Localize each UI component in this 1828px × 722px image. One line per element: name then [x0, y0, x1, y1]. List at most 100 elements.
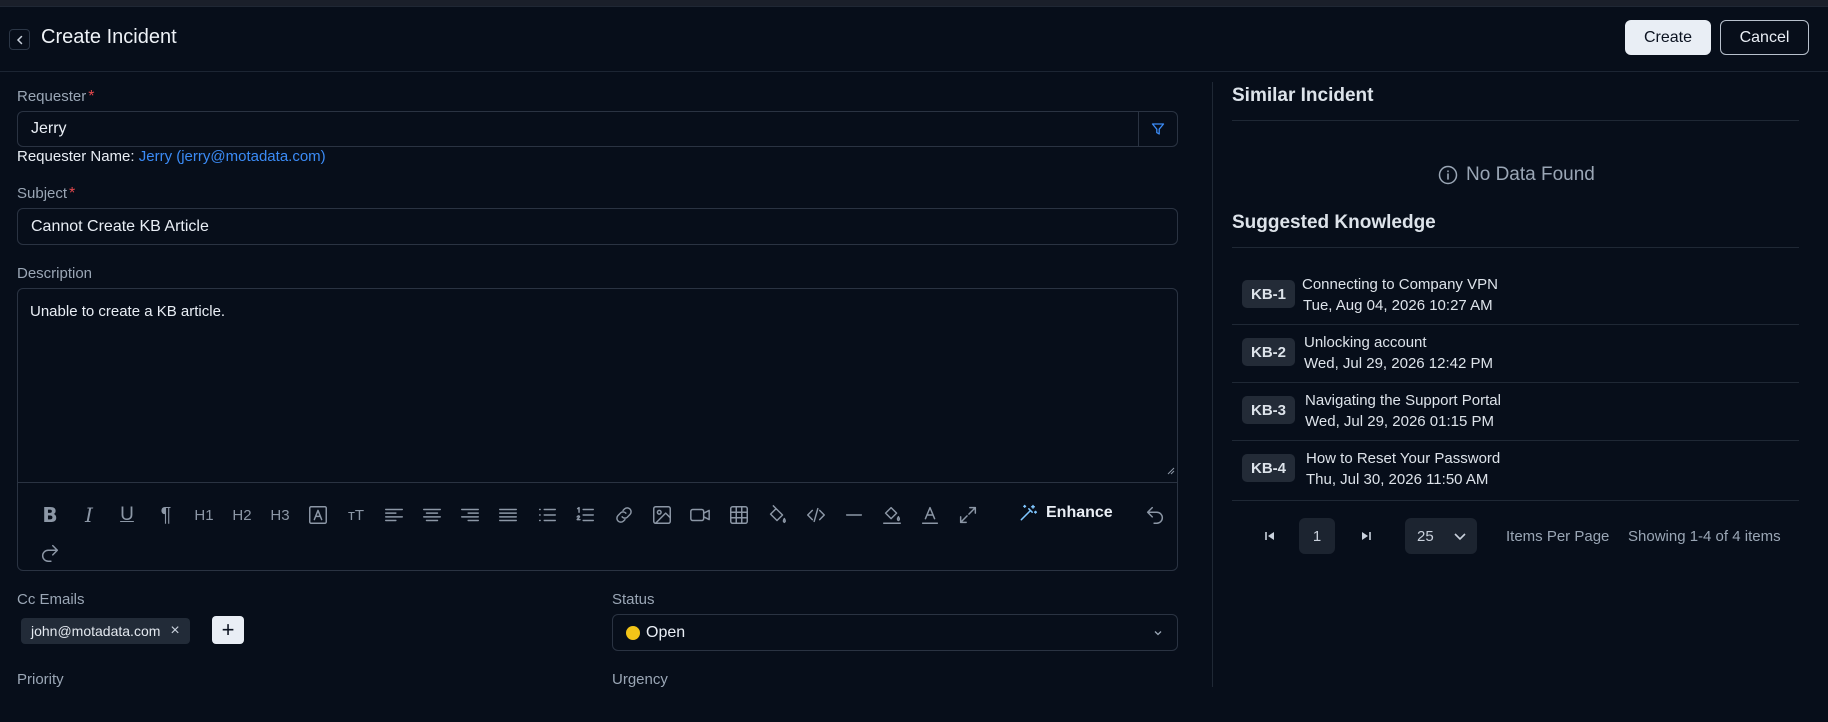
cc-email-chip-label: john@motadata.com: [31, 623, 161, 639]
paint-bucket-icon[interactable]: [765, 503, 789, 527]
subject-label-text: Subject: [17, 185, 68, 202]
requester-name-line: Requester Name: Jerry (jerry@motadata.co…: [17, 148, 326, 165]
redo-icon[interactable]: [38, 541, 62, 565]
suggested-knowledge-title: Suggested Knowledge: [1232, 212, 1436, 233]
create-button[interactable]: Create: [1625, 20, 1711, 55]
chevron-down-icon: [1154, 630, 1162, 635]
similar-incident-title: Similar Incident: [1232, 85, 1374, 106]
editor-toolbar: B I U ¶ H1 H2 H3 тT Enhance: [18, 482, 1177, 570]
first-page-icon: [1265, 532, 1274, 540]
subject-value: Cannot Create KB Article: [31, 217, 209, 235]
urgency-label: Urgency: [612, 671, 668, 688]
last-page-icon: [1362, 532, 1371, 540]
numbered-list-icon[interactable]: [573, 503, 597, 527]
align-right-icon[interactable]: [458, 503, 482, 527]
required-mark: *: [88, 88, 95, 105]
heading-2-icon[interactable]: H2: [230, 503, 254, 527]
requester-label-text: Requester: [17, 88, 87, 105]
chevron-left-icon: [16, 35, 22, 44]
kb-date: Tue, Aug 04, 2026 10:27 AM: [1303, 297, 1493, 314]
status-value-wrap: Open: [626, 624, 685, 642]
align-justify-icon[interactable]: [496, 503, 520, 527]
status-select[interactable]: Open: [612, 614, 1178, 651]
enhance-button[interactable]: Enhance: [1018, 503, 1113, 523]
highlight-color-icon[interactable]: [880, 503, 904, 527]
plus-icon: +: [221, 617, 235, 642]
status-dot: [626, 625, 640, 640]
description-text: Unable to create a KB article.: [30, 303, 226, 320]
requester-value: Jerry: [31, 120, 67, 137]
requester-name-prefix: Requester Name:: [17, 148, 135, 165]
image-icon[interactable]: [650, 503, 674, 527]
video-icon[interactable]: [688, 503, 712, 527]
kb-list-item[interactable]: KB-4 How to Reset Your Password Thu, Jul…: [1232, 441, 1799, 501]
kb-title[interactable]: Navigating the Support Portal: [1305, 392, 1501, 409]
last-page-button[interactable]: [1356, 518, 1376, 554]
resize-handle-icon[interactable]: [1165, 465, 1175, 475]
bold-icon[interactable]: B: [38, 503, 62, 527]
font-color-icon[interactable]: [918, 503, 942, 527]
kb-date: Wed, Jul 29, 2026 12:42 PM: [1304, 355, 1494, 372]
panel-divider: [1212, 82, 1213, 687]
info-icon: [1438, 165, 1458, 185]
no-data-text: No Data Found: [1466, 164, 1595, 185]
underline-icon[interactable]: U: [115, 503, 139, 527]
text-size-icon[interactable]: тT: [344, 503, 368, 527]
align-left-icon[interactable]: [382, 503, 406, 527]
back-button[interactable]: [9, 29, 30, 50]
kb-title[interactable]: Connecting to Company VPN: [1302, 276, 1498, 293]
font-box-icon[interactable]: [306, 503, 330, 527]
description-editor[interactable]: Unable to create a KB article. B I U ¶ H…: [17, 288, 1178, 571]
per-page-select[interactable]: 25: [1405, 518, 1477, 554]
kb-list-item[interactable]: KB-2 Unlocking account Wed, Jul 29, 2026…: [1232, 325, 1799, 383]
requester-input[interactable]: Jerry: [17, 111, 1178, 147]
requester-filter-button[interactable]: [1138, 111, 1177, 147]
kb-title[interactable]: Unlocking account: [1304, 334, 1427, 351]
kb-list-item[interactable]: KB-3 Navigating the Support Portal Wed, …: [1232, 383, 1799, 441]
subject-input[interactable]: Cannot Create KB Article: [17, 208, 1178, 245]
kb-id-badge: KB-2: [1242, 338, 1296, 366]
kb-id-badge: KB-3: [1242, 396, 1296, 424]
paragraph-icon[interactable]: ¶: [154, 503, 178, 527]
cc-email-chip: john@motadata.com ×: [21, 618, 190, 644]
header-bar: [0, 7, 1828, 72]
undo-icon[interactable]: [1143, 503, 1167, 527]
section-divider: [1232, 247, 1799, 248]
link-icon[interactable]: [612, 503, 636, 527]
horizontal-rule-icon[interactable]: [842, 503, 866, 527]
kb-date: Thu, Jul 30, 2026 11:50 AM: [1306, 471, 1489, 488]
current-page[interactable]: 1: [1299, 518, 1335, 554]
showing-items-text: Showing 1-4 of 4 items: [1628, 528, 1781, 545]
kb-list-item[interactable]: KB-1 Connecting to Company VPN Tue, Aug …: [1232, 267, 1799, 325]
fullscreen-icon[interactable]: [956, 503, 980, 527]
table-icon[interactable]: [727, 503, 751, 527]
filter-icon: [1151, 123, 1165, 135]
add-cc-email-button[interactable]: +: [212, 616, 244, 644]
cc-emails-label: Cc Emails: [17, 591, 85, 608]
bullet-list-icon[interactable]: [535, 503, 559, 527]
page-title: Create Incident: [41, 26, 177, 48]
cancel-button[interactable]: Cancel: [1720, 20, 1809, 55]
magic-wand-icon: [1020, 504, 1038, 521]
kb-id-badge: KB-4: [1242, 454, 1296, 482]
align-center-icon[interactable]: [420, 503, 444, 527]
section-divider: [1232, 120, 1799, 121]
kb-id-badge: KB-1: [1242, 280, 1296, 308]
heading-3-icon[interactable]: H3: [268, 503, 292, 527]
italic-icon[interactable]: I: [77, 503, 101, 527]
heading-1-icon[interactable]: H1: [192, 503, 216, 527]
no-data-message: No Data Found: [1438, 164, 1595, 186]
requester-label: Requester *: [17, 88, 94, 106]
kb-date: Wed, Jul 29, 2026 01:15 PM: [1305, 413, 1495, 430]
chevron-down-icon: [1454, 533, 1466, 541]
required-mark: *: [69, 185, 76, 202]
kb-title[interactable]: How to Reset Your Password: [1306, 450, 1500, 467]
close-icon[interactable]: ×: [170, 622, 179, 640]
subject-label: Subject *: [17, 185, 75, 203]
requester-name-link[interactable]: Jerry (jerry@motadata.com): [139, 148, 326, 165]
priority-label: Priority: [17, 671, 64, 688]
description-label: Description: [17, 265, 93, 282]
first-page-button[interactable]: [1260, 518, 1280, 554]
code-icon[interactable]: [804, 503, 828, 527]
per-page-value: 25: [1417, 527, 1434, 545]
